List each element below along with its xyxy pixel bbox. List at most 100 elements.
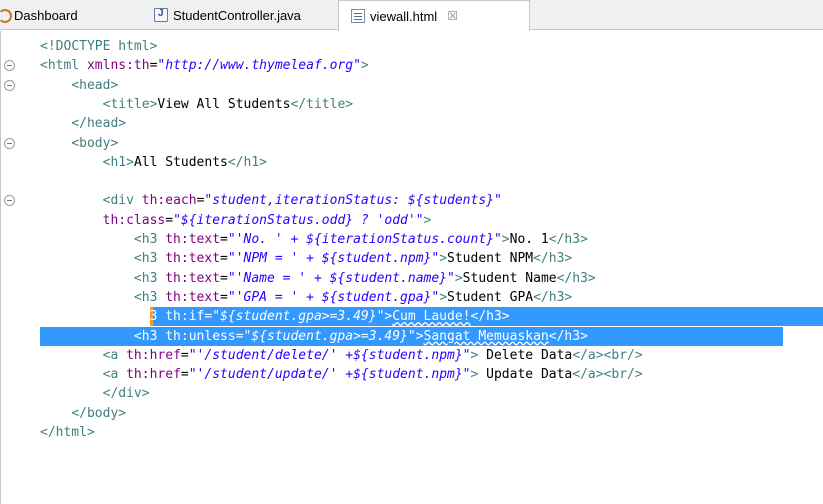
- code-text: <div th:each="student,iterationStatus: $…: [40, 191, 502, 210]
- code-token-attr: xmlns:th: [86, 58, 150, 74]
- code-token-tag: >: [501, 232, 510, 247]
- code-token-tag: </a><br/>: [572, 367, 643, 383]
- code-line[interactable]: <a th:href="'/student/update/' +${studen…: [0, 365, 823, 384]
- code-token-tag: </head>: [71, 116, 127, 132]
- code-token-tag: <h3: [133, 232, 166, 247]
- code-token-tag: <body>: [71, 135, 119, 151]
- code-text: <head>: [40, 76, 118, 95]
- code-line[interactable]: <a th:href="'/student/delete/' +${studen…: [0, 346, 823, 365]
- code-line[interactable]: <h3 th:unless="${student.gpa>=3.49}">San…: [0, 326, 823, 346]
- code-token-text: =: [220, 289, 228, 305]
- code-token-text: =: [180, 367, 189, 383]
- code-line[interactable]: <html xmlns:th="http://www.thymeleaf.org…: [0, 56, 823, 75]
- code-token-str: "${student.gpa>=3.49}": [212, 309, 385, 325]
- code-token-text: Sangat Memuaskan: [423, 328, 549, 344]
- code-token-tag: </div>: [102, 386, 150, 402]
- code-text: <a th:href="'/student/update/' +${studen…: [40, 365, 643, 384]
- code-text: </body>: [40, 404, 126, 423]
- code-line[interactable]: <h3 th:if="${student.gpa>=3.49}">Cum Lau…: [0, 307, 823, 327]
- code-token-str: "http://www.thymeleaf.org": [157, 58, 361, 74]
- code-token-text: All Students: [133, 154, 228, 170]
- code-token-tag: </title>: [290, 96, 354, 112]
- code-token-tag: >: [423, 212, 432, 228]
- code-line[interactable]: <!DOCTYPE html>: [0, 37, 823, 56]
- code-token-tag: </body>: [71, 405, 127, 421]
- code-token-tag: <h3: [133, 289, 166, 305]
- code-token-tag: </html>: [40, 425, 95, 440]
- code-line[interactable]: <h1>All Students</h1>: [0, 153, 823, 172]
- code-line[interactable]: <h3 th:text="'NPM = ' + ${student.npm}">…: [0, 249, 823, 268]
- fold-toggle-icon[interactable]: [4, 60, 15, 72]
- code-token-text: Delete Data: [478, 347, 573, 363]
- code-text: <h3 th:text="'Name = ' + ${student.name}…: [40, 269, 596, 288]
- tab-student-controller[interactable]: J StudentController.java: [154, 0, 301, 30]
- code-text: <!DOCTYPE html>: [40, 37, 157, 56]
- code-token-tag: </h3>: [548, 232, 588, 247]
- code-line[interactable]: <h3 th:text="'GPA = ' + ${student.gpa}">…: [0, 288, 823, 307]
- code-token-tag: >: [415, 328, 424, 344]
- code-line[interactable]: </head>: [0, 114, 823, 133]
- editor-tab-bar: Dashboard J StudentController.java viewa…: [0, 0, 823, 31]
- code-line[interactable]: <title>View All Students</title>: [0, 95, 823, 114]
- code-line[interactable]: <head>: [0, 76, 823, 95]
- tab-viewall-label: viewall.html: [370, 8, 438, 24]
- dashboard-icon: [0, 8, 12, 23]
- code-token-str: "${iterationStatus.odd} ? 'odd'": [173, 212, 424, 228]
- code-token-tag: </h3>: [533, 289, 573, 305]
- fold-toggle-icon[interactable]: [4, 79, 15, 91]
- code-line[interactable]: <h3 th:text="'Name = ' + ${student.name}…: [0, 269, 823, 288]
- code-line[interactable]: <body>: [0, 134, 823, 153]
- code-text: </html>: [40, 423, 95, 442]
- code-token-tag: </h3>: [470, 309, 510, 325]
- tab-dashboard[interactable]: Dashboard: [0, 0, 78, 30]
- code-line[interactable]: [0, 172, 823, 191]
- code-token-text: Student NPM: [447, 251, 534, 267]
- code-text: <h3 th:text="'No. ' + ${iterationStatus.…: [40, 230, 588, 249]
- code-token-text: =: [235, 328, 244, 344]
- code-token-text: Cum Laude!: [392, 309, 471, 325]
- code-token-str: "'No. ' + ${iterationStatus.count}": [227, 232, 502, 247]
- code-line[interactable]: <h3 th:text="'No. ' + ${iterationStatus.…: [0, 230, 823, 249]
- code-token-tag: </h3>: [556, 270, 596, 286]
- code-token-text: =: [180, 347, 189, 363]
- code-line[interactable]: <div th:each="student,iterationStatus: $…: [0, 191, 823, 210]
- code-token-text: =: [220, 232, 228, 247]
- code-editor[interactable]: <!DOCTYPE html> <html xmlns:th="http://ww…: [0, 31, 823, 504]
- fold-toggle-icon[interactable]: [4, 137, 15, 149]
- code-token-tag: <title>: [102, 96, 158, 112]
- tab-viewall-active[interactable]: viewall.html ☒: [338, 0, 530, 31]
- code-token-str: "'Name = ' + ${student.name}": [227, 270, 455, 286]
- code-token-attr: th:text: [165, 270, 221, 286]
- code-line[interactable]: </html>: [0, 423, 823, 442]
- code-token-tag: >: [439, 251, 448, 267]
- code-token-text: Update Data: [478, 367, 573, 383]
- code-token-tag: <a: [102, 347, 127, 363]
- code-token-tag: </h1>: [227, 154, 267, 170]
- code-text: <title>View All Students</title>: [40, 95, 353, 114]
- fold-toggle-icon[interactable]: [4, 195, 15, 207]
- code-token-tag: <h1>: [102, 154, 134, 170]
- code-token-attr: th:class: [102, 212, 166, 228]
- code-line[interactable]: </div>: [0, 384, 823, 403]
- code-token-tag: </a><br/>: [572, 347, 643, 363]
- code-line[interactable]: </body>: [0, 404, 823, 423]
- code-token-tag: </h3>: [548, 328, 588, 344]
- code-text: <h3 th:unless="${student.gpa>=3.49}">San…: [40, 327, 588, 346]
- code-line[interactable]: th:class="${iterationStatus.odd} ? 'odd'…: [0, 211, 823, 230]
- close-tab-icon[interactable]: ☒: [447, 9, 458, 23]
- code-token-text: View All Students: [157, 96, 291, 112]
